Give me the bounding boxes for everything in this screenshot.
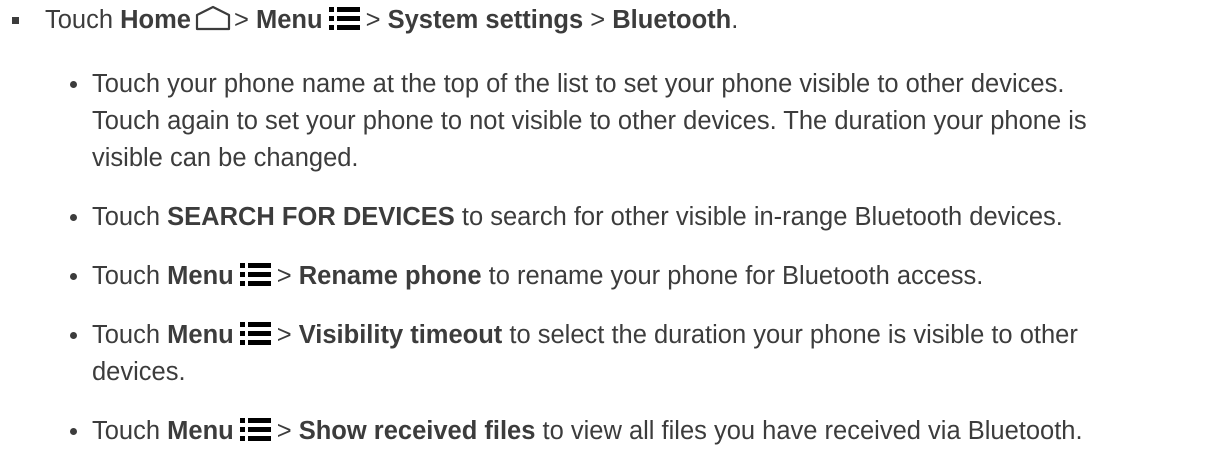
menu-icon — [328, 5, 360, 42]
home-label: Home — [120, 6, 191, 34]
home-icon — [195, 5, 231, 42]
visibility-timeout-label: Visibility timeout — [298, 321, 503, 349]
round-bullet — [70, 273, 77, 280]
square-bullet — [12, 17, 19, 24]
sub-step-suffix: to rename your phone for Bluetooth acces… — [488, 262, 984, 290]
period: . — [731, 6, 739, 34]
menu-label: Menu — [167, 417, 234, 445]
system-settings-label: System settings — [387, 6, 584, 34]
document-page: Touch Home > Menu > System settings > Blue… — [0, 0, 1205, 469]
sub-step-visibility-line1: Touch your phone name at the top of the … — [92, 70, 1065, 98]
round-bullet — [70, 428, 77, 435]
round-bullet — [70, 214, 77, 221]
sub-step-suffix: to view all files you have received via … — [542, 417, 1083, 445]
sub-step-prefix: Touch — [92, 262, 161, 290]
show-received-files-label: Show received files — [298, 417, 536, 445]
search-for-devices-label: SEARCH FOR DEVICES — [167, 203, 455, 231]
sub-step-suffix: to select the duration your phone is vis… — [509, 321, 1078, 349]
menu-icon — [239, 261, 271, 298]
sub-step-suffix: to search for other visible in-range Blu… — [461, 203, 1063, 231]
menu-label: Menu — [167, 262, 234, 290]
sub-step-visibility-timeout: Touch Menu > Visibility timeout to select… — [92, 317, 1078, 357]
separator: > — [276, 321, 292, 349]
separator: > — [590, 6, 606, 34]
menu-icon — [239, 320, 271, 357]
separator: > — [276, 262, 292, 290]
sub-step-visibility-line2: Touch again to set your phone to not vis… — [92, 107, 1087, 135]
bluetooth-label: Bluetooth — [612, 6, 732, 34]
sub-step-visibility-line3: visible can be changed. — [92, 144, 359, 172]
menu-icon — [239, 416, 271, 453]
sub-step-search: Touch SEARCH FOR DEVICES to search for o… — [92, 199, 1063, 236]
round-bullet — [70, 81, 77, 88]
sub-step-received-files: Touch Menu > Show received files to view … — [92, 413, 1083, 453]
main-step-prefix: Touch — [45, 6, 114, 34]
sub-step-prefix: Touch — [92, 321, 161, 349]
rename-phone-label: Rename phone — [298, 262, 482, 290]
menu-label: Menu — [167, 321, 234, 349]
separator: > — [365, 6, 381, 34]
sub-step-rename: Touch Menu > Rename phone to rename your … — [92, 258, 983, 298]
sub-step-visibility-timeout-line2: devices. — [92, 358, 186, 386]
sub-step-prefix: Touch — [92, 417, 161, 445]
sub-step-prefix: Touch — [92, 203, 161, 231]
separator: > — [276, 417, 292, 445]
menu-label: Menu — [256, 6, 323, 34]
separator: > — [234, 6, 249, 34]
main-step: Touch Home > Menu > System settings > Blue… — [45, 2, 738, 42]
round-bullet — [70, 332, 77, 339]
